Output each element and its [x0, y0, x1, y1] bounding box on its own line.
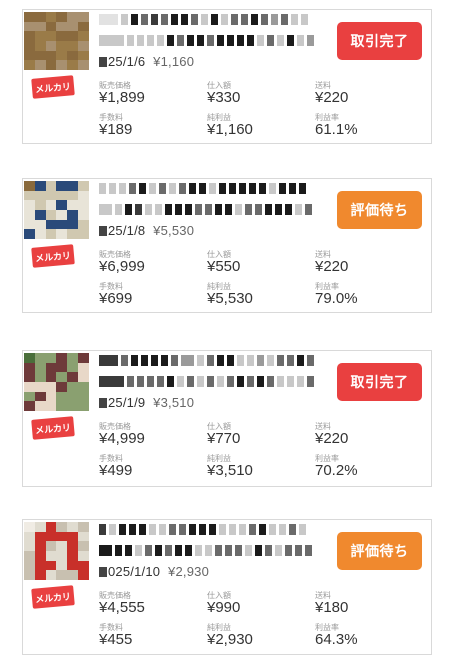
status-button[interactable]: 評価待ち	[337, 191, 422, 229]
fee: 手数料 ¥455	[99, 623, 133, 648]
profit-margin: 利益率 64.3%	[315, 623, 358, 648]
shipping-cost: 送料 ¥220	[315, 422, 349, 447]
mercari-badge: メルカリ	[31, 416, 75, 440]
product-title-redacted	[99, 204, 312, 215]
product-title-redacted	[99, 545, 312, 556]
sale-card[interactable]: 025/1/10 ¥2,930 メルカリ 評価待ち 販売価格 ¥4,555 仕入額…	[22, 519, 432, 655]
mercari-badge: メルカリ	[31, 75, 75, 99]
purchase-price: 仕入額 ¥550	[207, 250, 241, 275]
product-title-redacted	[99, 183, 306, 194]
product-title-redacted	[99, 376, 314, 387]
sale-price: 販売価格 ¥4,999	[99, 422, 145, 447]
sale-price: 販売価格 ¥1,899	[99, 81, 145, 106]
sale-date: 25/1/9 ¥3,510	[99, 395, 194, 410]
sale-price: 販売価格 ¥4,555	[99, 591, 145, 616]
sale-price: 販売価格 ¥6,999	[99, 250, 145, 275]
profit-margin: 利益率 61.1%	[315, 113, 358, 138]
product-thumbnail[interactable]	[24, 12, 89, 70]
fee: 手数料 ¥499	[99, 454, 133, 479]
net-profit: 純利益 ¥5,530	[207, 282, 253, 307]
net-profit: 純利益 ¥2,930	[207, 623, 253, 648]
sale-date: 25/1/6 ¥1,160	[99, 54, 194, 69]
product-thumbnail[interactable]	[24, 181, 89, 239]
fee: 手数料 ¥699	[99, 282, 133, 307]
product-title-redacted	[99, 14, 308, 25]
sale-card[interactable]: 25/1/6 ¥1,160 メルカリ 取引完了 販売価格 ¥1,899 仕入額 ¥3…	[22, 9, 432, 144]
sale-date: 25/1/8 ¥5,530	[99, 223, 194, 238]
purchase-price: 仕入額 ¥990	[207, 591, 241, 616]
mercari-badge: メルカリ	[31, 585, 75, 609]
mercari-badge: メルカリ	[31, 244, 75, 268]
net-profit: 純利益 ¥1,160	[207, 113, 253, 138]
product-title-redacted	[99, 35, 314, 46]
purchase-price: 仕入額 ¥330	[207, 81, 241, 106]
product-thumbnail[interactable]	[24, 353, 89, 411]
profit-margin: 利益率 79.0%	[315, 282, 358, 307]
status-button[interactable]: 評価待ち	[337, 532, 422, 570]
sale-card[interactable]: 25/1/9 ¥3,510 メルカリ 取引完了 販売価格 ¥4,999 仕入額 ¥7…	[22, 350, 432, 487]
shipping-cost: 送料 ¥220	[315, 250, 349, 275]
net-profit: 純利益 ¥3,510	[207, 454, 253, 479]
shipping-cost: 送料 ¥180	[315, 591, 349, 616]
product-thumbnail[interactable]	[24, 522, 89, 580]
fee: 手数料 ¥189	[99, 113, 133, 138]
sale-card[interactable]: 25/1/8 ¥5,530 メルカリ 評価待ち 販売価格 ¥6,999 仕入額 ¥5…	[22, 178, 432, 313]
shipping-cost: 送料 ¥220	[315, 81, 349, 106]
product-title-redacted	[99, 355, 314, 366]
status-button[interactable]: 取引完了	[337, 22, 422, 60]
product-title-redacted	[99, 524, 306, 535]
sale-date: 025/1/10 ¥2,930	[99, 564, 209, 579]
profit-margin: 利益率 70.2%	[315, 454, 358, 479]
status-button[interactable]: 取引完了	[337, 363, 422, 401]
purchase-price: 仕入額 ¥770	[207, 422, 241, 447]
